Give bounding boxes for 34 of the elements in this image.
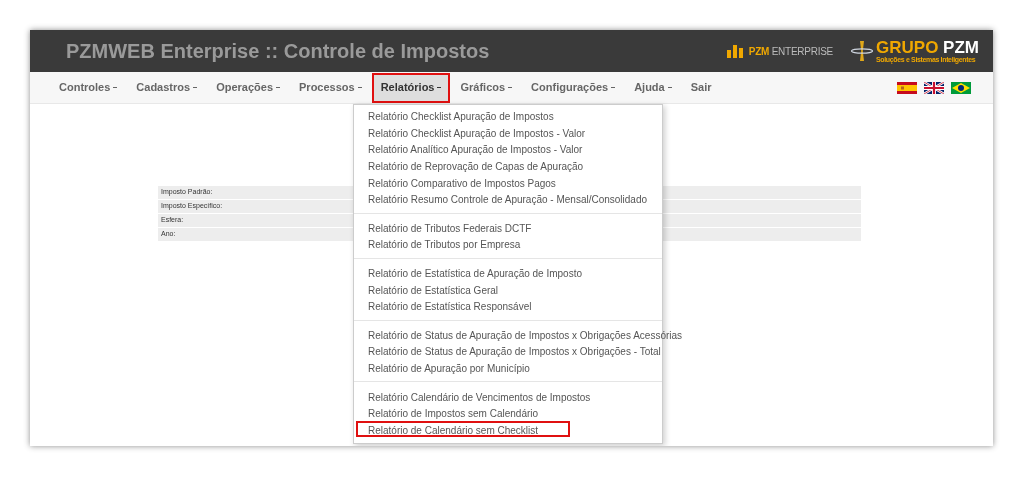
dropdown-menu-item[interactable]: Relatório de Calendário sem Checklist	[356, 420, 571, 437]
nav-menu-item[interactable]: Operações	[207, 72, 289, 103]
dropdown-menu-item[interactable]: Relatório de Estatística Responsável	[356, 297, 564, 314]
nav-menu-item[interactable]: Relatórios	[371, 72, 451, 103]
dropdown-menu-item[interactable]: Relatório de Estatística Geral	[356, 280, 531, 297]
dropdown-menu-item[interactable]: Relatório de Status de Apuração de Impostos x Obrigações - Total	[356, 342, 693, 359]
nav-menu-item[interactable]: Gráficos	[451, 72, 522, 103]
dropdown-menu-item[interactable]: Relatório Checklist Apuração de Impostos - Valor	[356, 123, 618, 140]
uk-flag-icon[interactable]	[924, 81, 944, 94]
compass-logo-icon	[851, 41, 874, 61]
nav-menu-item[interactable]: Ajuda	[625, 72, 681, 103]
dropdown-menu-item[interactable]: Relatório de Tributos por Empresa	[356, 235, 553, 252]
dropdown-menu-item[interactable]: Relatório de Tributos Federais DCTF	[356, 218, 564, 235]
dropdown-menu-item[interactable]: Relatório Comparativo de Impostos Pagos	[356, 173, 588, 190]
dropdown-menu-item[interactable]: Relatório de Apuração por Município	[356, 359, 562, 375]
dropdown-menu-item[interactable]: Relatório Calendário de Vencimentos de Impostos	[356, 387, 623, 404]
app-title: PZMWEB Enterprise :: Controle de Impostos	[66, 39, 490, 64]
dropdown-menu-item[interactable]: Relatório Analítico Apuração de Impostos - Valor	[356, 140, 615, 157]
nav-menu-item[interactable]: Cadastros	[127, 72, 207, 103]
dropdown-menu-item[interactable]: Relatório de Impostos sem Calendário	[356, 404, 571, 421]
dropdown-menu-item[interactable]: Relatório de Status de Apuração de Impostos x Obrigações Acessórias	[356, 325, 715, 342]
dropdown-menu-item[interactable]: Relatório de Reprovação de Capas de Apuração	[356, 157, 616, 174]
dropdown-menu-item[interactable]: Relatório Resumo Controle de Apuração - Mensal/Consolidado	[356, 190, 680, 207]
dropdown-menu-item[interactable]: Relatório de Estatística de Apuração de Imposto	[356, 264, 614, 281]
nav-menu-item[interactable]: Processos	[290, 72, 371, 103]
product-logo-text: PZM ENTERPRISE	[748, 44, 834, 59]
bar-chart-icon	[726, 44, 743, 58]
nav-menu-item[interactable]: Sair	[681, 72, 721, 103]
nav-menu-item[interactable]: Configurações	[522, 72, 625, 103]
spain-flag-icon[interactable]	[897, 81, 917, 94]
group-logo-text: GRUPO PZM	[876, 39, 979, 56]
brazil-flag-icon[interactable]	[951, 81, 971, 94]
nav-menu-item[interactable]: Controles	[50, 72, 127, 103]
dropdown-menu-item[interactable]: Relatório Checklist Apuração de Impostos	[356, 107, 586, 124]
